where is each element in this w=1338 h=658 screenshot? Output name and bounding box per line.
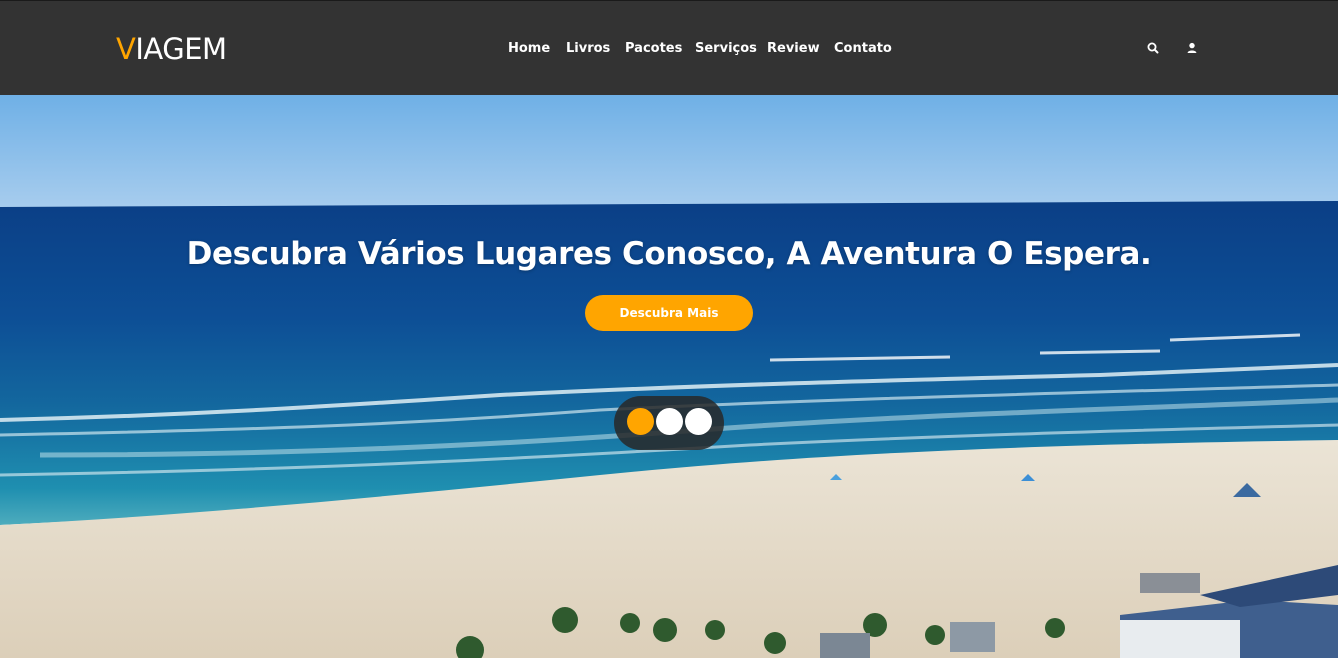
slide-dot-3[interactable] — [685, 408, 712, 435]
main-nav: Home Livros Pacotes Serviços Review Cont… — [0, 39, 1338, 59]
nav-item-contato[interactable]: Contato — [834, 39, 892, 59]
slider-indicator — [614, 396, 724, 450]
nav-item-pacotes[interactable]: Pacotes — [625, 39, 682, 59]
nav-item-home[interactable]: Home — [508, 39, 550, 59]
nav-item-servicos[interactable]: Serviços — [695, 39, 757, 59]
header: VIAGEM Home Livros Pacotes Serviços Revi… — [0, 0, 1338, 95]
nav-item-livros[interactable]: Livros — [566, 39, 610, 59]
discover-more-button[interactable]: Descubra Mais — [585, 295, 753, 331]
beach-background-image — [0, 95, 1338, 658]
slide-dot-1[interactable] — [627, 408, 654, 435]
nav-item-review[interactable]: Review — [767, 39, 820, 59]
hero-title: Descubra Vários Lugares Conosco, A Avent… — [186, 236, 1152, 272]
search-icon[interactable] — [1146, 41, 1160, 55]
hero-section: Descubra Vários Lugares Conosco, A Avent… — [0, 95, 1338, 658]
user-icon[interactable] — [1185, 41, 1199, 55]
slide-dot-2[interactable] — [656, 408, 683, 435]
